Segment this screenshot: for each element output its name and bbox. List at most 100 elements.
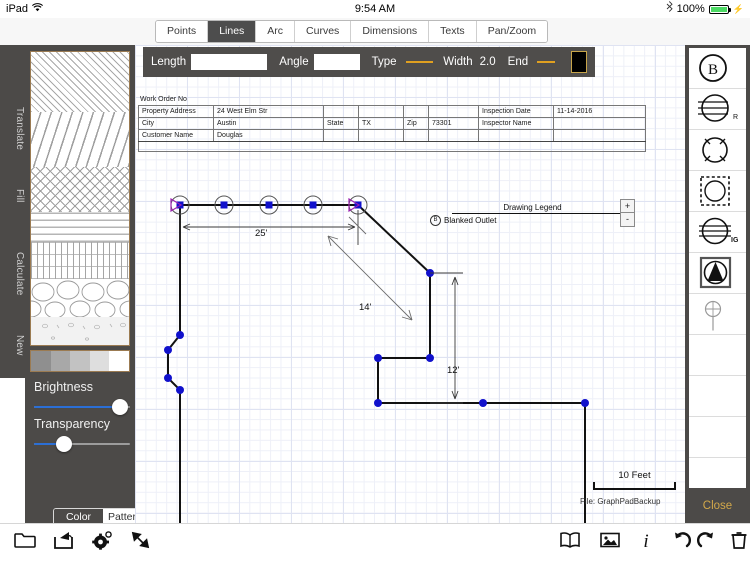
symbol-item-empty-1[interactable] — [689, 335, 746, 376]
symbol-item-empty-4[interactable] — [689, 458, 746, 488]
customer-name-label: Customer Name — [138, 129, 214, 142]
intake-grille-symbol[interactable]: IG — [689, 212, 746, 252]
row0-mid-value[interactable] — [358, 105, 404, 118]
symbol-item-dashed-outlet[interactable] — [689, 171, 746, 212]
tab-arc[interactable]: Arc — [256, 21, 296, 42]
close-button[interactable]: Close — [689, 492, 746, 520]
book-icon[interactable] — [556, 530, 584, 558]
pattern-horizontal-lines[interactable] — [31, 212, 129, 242]
line-type-swatch[interactable] — [405, 61, 434, 63]
dashed-outlet-symbol[interactable] — [689, 171, 746, 211]
table-row[interactable]: Property Address 24 West Elm Str Inspect… — [138, 105, 646, 118]
legend-entry[interactable]: B Blanked Outlet — [430, 214, 635, 226]
inspection-date-value[interactable]: 11-14-2016 — [553, 105, 646, 118]
brightness-slider-knob[interactable] — [112, 399, 128, 415]
mode-segmented-control[interactable]: Points Lines Arc Curves Dimensions Texts… — [155, 20, 549, 43]
return-air-symbol[interactable]: R — [689, 89, 746, 129]
pattern-stone[interactable] — [31, 279, 129, 319]
tab-texts[interactable]: Texts — [429, 21, 477, 42]
line-properties-toolbar[interactable]: Length Angle Type Width 2.0 End — [143, 47, 595, 77]
folder-icon[interactable] — [11, 530, 39, 558]
width-value[interactable]: 2.0 — [480, 56, 496, 68]
file-name-label: File: GraphPadBackup — [580, 497, 661, 506]
drawing-canvas[interactable]: 25' 14' 12' Length Angle Type Width 2.0 … — [135, 45, 685, 523]
rail-item-fill[interactable]: Fill — [0, 179, 25, 213]
transparency-label: Transparency — [34, 417, 110, 431]
table-row[interactable]: City Austin State TX Zip 73301 Inspector… — [138, 117, 646, 130]
tab-curves[interactable]: Curves — [295, 21, 352, 42]
state-value[interactable]: TX — [358, 117, 404, 130]
row2-mid2-value[interactable] — [428, 129, 479, 142]
row0-mid2-value[interactable] — [428, 105, 479, 118]
transparency-slider[interactable] — [34, 435, 130, 453]
main-area: Translate Fill Calculate New Brightness … — [0, 45, 750, 550]
swatch-4[interactable] — [89, 351, 110, 371]
symbol-item-empty-3[interactable] — [689, 417, 746, 458]
symbol-item-empty-2[interactable] — [689, 376, 746, 417]
row2-right-value[interactable] — [553, 129, 646, 142]
trash-icon[interactable] — [725, 530, 750, 558]
thermostat-symbol[interactable] — [689, 294, 746, 334]
symbol-item-supply-outlet[interactable] — [689, 130, 746, 171]
swatch-3[interactable] — [70, 351, 90, 371]
table-row[interactable]: Customer Name Douglas — [138, 129, 646, 142]
drawing-legend[interactable]: Drawing Legend B Blanked Outlet + - — [430, 199, 635, 227]
pattern-chevron[interactable] — [31, 112, 129, 167]
work-order-form[interactable]: Work Order No Property Address 24 West E… — [138, 95, 646, 152]
fullscreen-icon[interactable] — [127, 530, 155, 558]
scale-bar: 10 Feet — [587, 470, 682, 490]
transparency-slider-knob[interactable] — [56, 436, 72, 452]
supply-outlet-symbol[interactable] — [689, 130, 746, 170]
legend-zoom-out-button[interactable]: - — [621, 213, 634, 226]
symbol-item-return-air[interactable]: R — [689, 89, 746, 130]
legend-zoom-in-button[interactable]: + — [621, 200, 634, 213]
pattern-swatch-list[interactable] — [30, 51, 130, 346]
rail-spacer — [0, 378, 25, 523]
swatch-1[interactable] — [31, 351, 51, 371]
image-icon[interactable] — [596, 530, 624, 558]
info-icon[interactable]: i — [632, 530, 660, 558]
pattern-diagonal-fine[interactable] — [31, 52, 129, 112]
property-address-value[interactable]: 24 West Elm Str — [213, 105, 324, 118]
zip-value[interactable]: 73301 — [428, 117, 479, 130]
tab-lines[interactable]: Lines — [208, 21, 257, 42]
swatch-5[interactable] — [109, 351, 129, 371]
blanked-outlet-symbol[interactable]: B — [689, 48, 746, 88]
tab-points[interactable]: Points — [156, 21, 209, 42]
redo-icon[interactable] — [692, 530, 720, 558]
pattern-grid[interactable] — [31, 242, 129, 279]
swatch-2[interactable] — [50, 351, 71, 371]
color-swatch-row[interactable] — [30, 350, 130, 372]
line-color-swatch[interactable] — [571, 51, 587, 73]
end-label: End — [507, 56, 529, 68]
symbol-item-intake-grille[interactable]: IG — [689, 212, 746, 253]
angle-input[interactable] — [313, 54, 360, 70]
rail-item-translate[interactable]: Translate — [0, 97, 25, 161]
customer-name-value[interactable]: Douglas — [213, 129, 324, 142]
fan-unit-symbol[interactable] — [689, 253, 746, 293]
work-order-no-label: Work Order No — [140, 96, 187, 103]
rail-item-new[interactable]: New — [0, 325, 25, 365]
line-end-swatch[interactable] — [537, 61, 556, 63]
length-input[interactable] — [191, 54, 268, 70]
pattern-sand[interactable] — [31, 317, 129, 345]
symbol-list[interactable]: B R IG — [689, 48, 746, 488]
share-icon[interactable] — [50, 530, 78, 558]
settings-gear-icon[interactable] — [88, 530, 116, 558]
bottom-toolbar: i — [0, 523, 750, 562]
city-value[interactable]: Austin — [213, 117, 324, 130]
row2-mid-value[interactable] — [358, 129, 404, 142]
symbol-item-thermostat[interactable] — [689, 294, 746, 335]
svg-text:i: i — [643, 531, 648, 550]
inspector-name-value[interactable] — [553, 117, 646, 130]
tab-dimensions[interactable]: Dimensions — [351, 21, 430, 42]
symbol-item-fan-unit[interactable] — [689, 253, 746, 294]
dimension-label-25: 25' — [255, 228, 268, 239]
symbol-item-blanked-outlet[interactable]: B — [689, 48, 746, 89]
pattern-crosshatch[interactable] — [31, 167, 129, 212]
svg-text:B: B — [708, 62, 718, 78]
brightness-slider[interactable] — [34, 398, 130, 416]
tab-panzoom[interactable]: Pan/Zoom — [476, 21, 548, 42]
legend-zoom-controls[interactable]: + - — [620, 199, 635, 227]
rail-item-calculate[interactable]: Calculate — [0, 241, 25, 307]
